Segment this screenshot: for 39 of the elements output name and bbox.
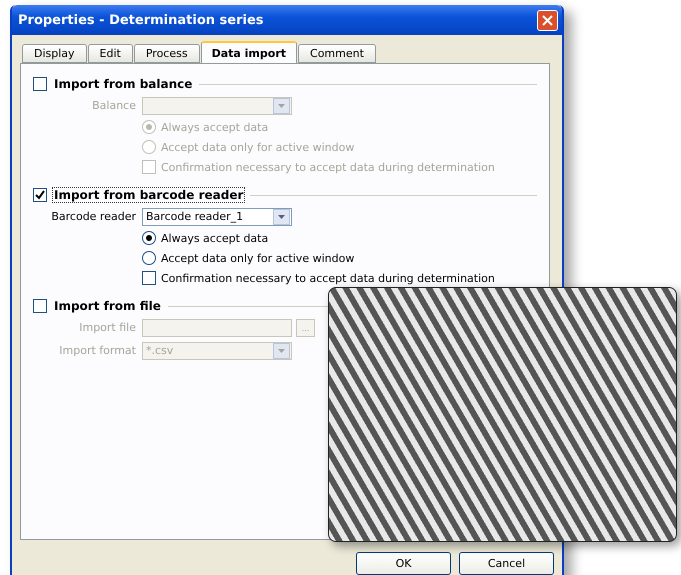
checkbox[interactable] bbox=[33, 188, 47, 202]
radio-button[interactable] bbox=[142, 140, 156, 154]
tab[interactable]: Comment bbox=[298, 44, 376, 63]
tab[interactable]: Display bbox=[22, 44, 87, 63]
close-button[interactable] bbox=[537, 10, 558, 30]
input-field[interactable] bbox=[142, 318, 292, 336]
checkbox-label: Confirmation necessary to accept data during determination bbox=[161, 160, 495, 174]
cancel-button[interactable]: Cancel bbox=[459, 552, 554, 575]
dropdown-field[interactable]: Barcode reader_1 bbox=[142, 208, 292, 226]
checkbox[interactable] bbox=[142, 160, 156, 174]
field-label: Import format bbox=[58, 344, 137, 357]
section-checkbox-label[interactable]: Import from barcode reader bbox=[53, 188, 244, 202]
radio-button[interactable] bbox=[142, 120, 156, 134]
tab[interactable]: Edit bbox=[88, 44, 133, 63]
radio-label: Accept data only for active window bbox=[161, 140, 354, 154]
radio-label: Always accept data bbox=[161, 232, 268, 244]
checkbox[interactable] bbox=[33, 299, 47, 313]
close-icon bbox=[542, 14, 553, 26]
section-checkbox-label[interactable]: Import from balance bbox=[53, 77, 194, 91]
radio-button[interactable] bbox=[142, 231, 156, 245]
field-label: Barcode reader bbox=[50, 210, 137, 223]
section-checkbox-label[interactable]: Import from file bbox=[53, 299, 162, 313]
checkbox[interactable] bbox=[142, 271, 156, 285]
caret-icon bbox=[278, 214, 285, 218]
ok-button[interactable]: OK bbox=[356, 552, 451, 575]
checkbox-label: Confirmation necessary to accept data during determination bbox=[161, 272, 495, 284]
field-label: Balance bbox=[91, 99, 137, 112]
tab[interactable]: Data import bbox=[200, 41, 298, 63]
radio-button[interactable] bbox=[142, 251, 156, 265]
dropdown-field[interactable] bbox=[142, 96, 292, 114]
window-title: Properties - Determination series bbox=[18, 12, 264, 28]
checkbox[interactable] bbox=[33, 77, 47, 91]
tab[interactable]: Process bbox=[134, 44, 200, 63]
radio-label: Accept data only for active window bbox=[161, 252, 354, 264]
field-label: Import file bbox=[78, 321, 137, 334]
check-icon bbox=[35, 190, 45, 200]
caret-icon bbox=[278, 104, 285, 108]
caret-icon bbox=[278, 348, 285, 352]
radio-label: Always accept data bbox=[161, 120, 268, 134]
